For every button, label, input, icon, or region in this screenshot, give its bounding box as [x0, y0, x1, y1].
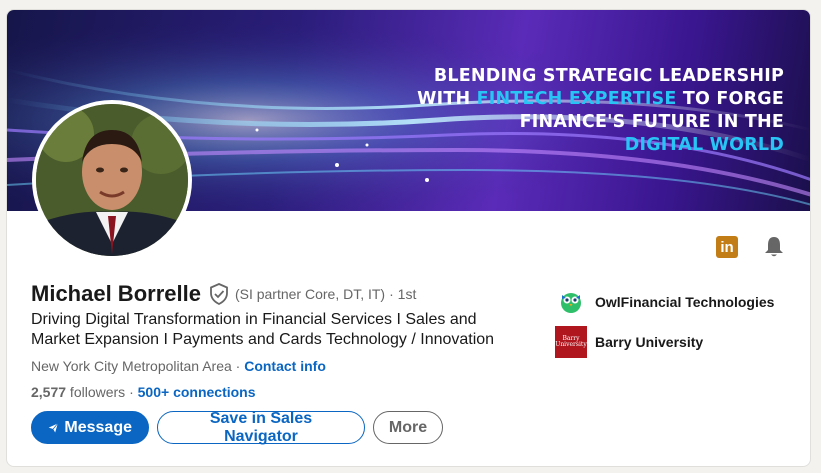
contact-info-link[interactable]: Contact info [244, 358, 326, 374]
current-company[interactable]: OwlFinancial Technologies [555, 282, 774, 322]
profile-top-icons: in [716, 236, 784, 258]
save-sales-navigator-button[interactable]: Save in Sales Navigator [157, 410, 365, 445]
connections-separator: · [125, 384, 138, 400]
banner-line-2: WITH FINTECH EXPERTISE TO FORGE [417, 88, 784, 111]
profile-side-info: OwlFinancial Technologies Barry Universi… [555, 282, 774, 362]
banner-line-4: DIGITAL WORLD [624, 135, 784, 155]
banner-line-2-pre: WITH [417, 89, 477, 109]
connection-degree: · 1st [389, 286, 417, 302]
banner-tagline: BLENDING STRATEGIC LEADERSHIP WITH FINTE… [417, 65, 784, 157]
more-button[interactable]: More [373, 411, 443, 444]
profile-card: BLENDING STRATEGIC LEADERSHIP WITH FINTE… [6, 9, 811, 467]
profile-name-row: Michael Borrelle (SI partner Core, DT, I… [31, 281, 416, 307]
followers-count: 2,577 [31, 384, 67, 400]
followers-label: followers [66, 384, 126, 400]
verified-shield-icon[interactable] [209, 283, 229, 305]
banner-line-3: FINANCE'S FUTURE IN THE [519, 112, 784, 132]
location-row: New York City Metropolitan Area · Contac… [31, 358, 326, 374]
bell-icon[interactable] [764, 236, 784, 258]
profile-actions: Message Save in Sales Navigator More [31, 410, 443, 445]
message-button-label: Message [64, 418, 132, 436]
profile-avatar[interactable] [32, 100, 192, 260]
company-name: OwlFinancial Technologies [595, 294, 775, 310]
owl-logo-icon [555, 286, 587, 318]
send-icon [48, 422, 59, 433]
message-button[interactable]: Message [31, 411, 149, 444]
banner-line-2-post: TO FORGE [676, 89, 784, 109]
profile-headline: Driving Digital Transformation in Financ… [31, 311, 495, 348]
connections-link[interactable]: 500+ connections [138, 384, 256, 400]
avatar-image [36, 104, 188, 256]
profile-pronouns: (SI partner Core, DT, IT) [234, 286, 386, 302]
barry-university-logo: Barry University [555, 326, 587, 358]
linkedin-icon[interactable]: in [716, 236, 738, 258]
banner-line-2-highlight: FINTECH EXPERTISE [476, 89, 677, 109]
barry-logo-text: Barry University [555, 326, 587, 358]
profile-name: Michael Borrelle [31, 281, 201, 306]
followers-row: 2,577 followers · 500+ connections [31, 384, 256, 400]
profile-location: New York City Metropolitan Area [31, 358, 232, 374]
location-separator: · [231, 358, 245, 374]
education-school[interactable]: Barry University Barry University [555, 322, 774, 362]
school-name: Barry University [595, 334, 704, 350]
banner-line-1: BLENDING STRATEGIC LEADERSHIP [433, 66, 784, 86]
